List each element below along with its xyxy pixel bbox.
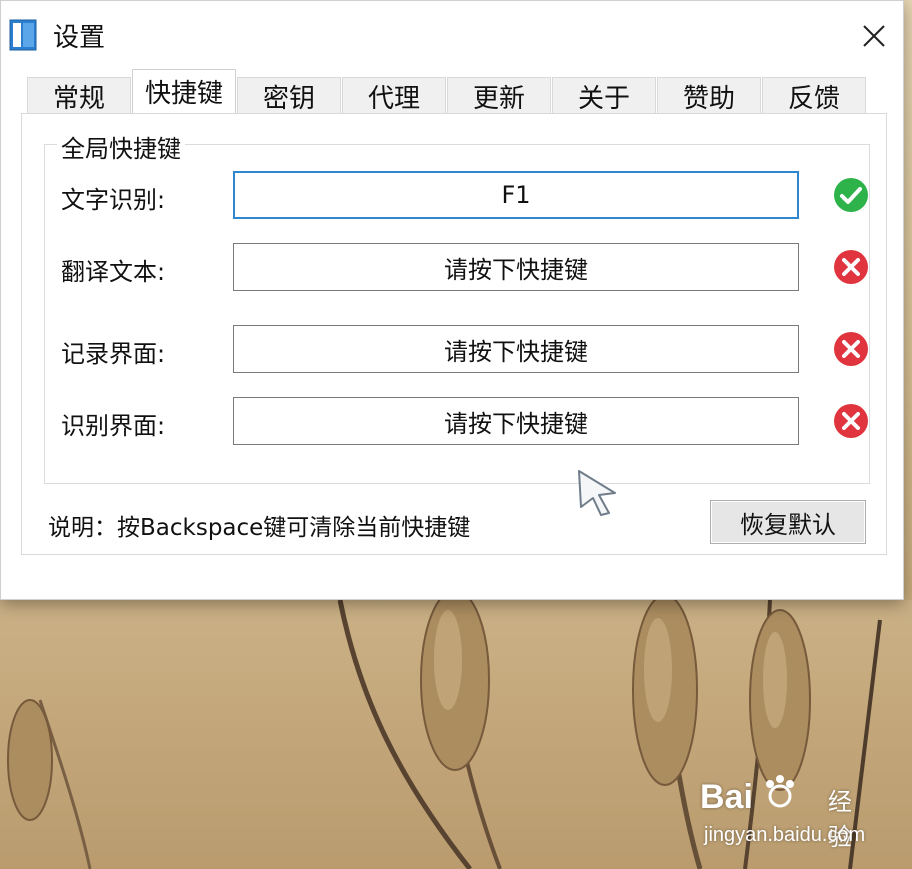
- hotkey-row-ocr: 文字识别: F1: [61, 171, 868, 221]
- hotkey-row-record: 记录界面: 请按下快捷键: [61, 325, 868, 375]
- watermark-url: jingyan.baidu.com: [704, 824, 866, 846]
- tab-keys[interactable]: 密钥: [237, 77, 341, 115]
- hotkey-input-translate[interactable]: 请按下快捷键: [233, 243, 799, 291]
- help-note: 说明：按Backspace键可清除当前快捷键: [48, 515, 471, 541]
- baidu-jingyan-watermark: Bai 经验 jingyan.baidu.com: [700, 768, 870, 858]
- tab-bar: 常规 快捷键 密钥 代理 更新 关于 赞助 反馈: [27, 69, 867, 115]
- hotkey-input-ocr[interactable]: F1: [233, 171, 799, 219]
- tab-sponsor[interactable]: 赞助: [657, 77, 761, 115]
- hotkeys-panel: 全局快捷键 文字识别: F1 翻译文本: 请按下快捷键 记录界面: 请按下快捷键…: [21, 113, 887, 555]
- tab-feedback[interactable]: 反馈: [762, 77, 866, 115]
- reset-default-button[interactable]: 恢复默认: [710, 500, 866, 544]
- watermark-brand: Bai: [700, 778, 753, 816]
- hotkey-label: 翻译文本:: [61, 258, 166, 286]
- tab-hotkeys[interactable]: 快捷键: [132, 69, 236, 113]
- settings-dialog: 设置 常规 快捷键 密钥 代理 更新 关于 赞助 反馈 全局快捷键 文字识别: …: [0, 0, 904, 600]
- hotkey-label: 识别界面:: [61, 412, 166, 440]
- notebook-app-icon: [9, 19, 37, 51]
- hotkey-row-recognize: 识别界面: 请按下快捷键: [61, 397, 868, 447]
- hotkey-input-record[interactable]: 请按下快捷键: [233, 325, 799, 373]
- mouse-cursor-icon: [578, 470, 616, 516]
- x-circle-icon: [834, 404, 868, 438]
- tab-about[interactable]: 关于: [552, 77, 656, 115]
- tab-update[interactable]: 更新: [447, 77, 551, 115]
- hotkey-label: 文字识别:: [61, 186, 166, 214]
- close-button[interactable]: [851, 13, 897, 59]
- baidu-paw-icon: [766, 775, 794, 808]
- x-circle-icon: [834, 250, 868, 284]
- hotkey-row-translate: 翻译文本: 请按下快捷键: [61, 243, 868, 293]
- tab-proxy[interactable]: 代理: [342, 77, 446, 115]
- close-icon: [863, 25, 885, 47]
- title-bar[interactable]: 设置: [1, 1, 903, 61]
- window-title: 设置: [53, 23, 106, 53]
- hotkey-input-recognize[interactable]: 请按下快捷键: [233, 397, 799, 445]
- global-hotkeys-group: 全局快捷键 文字识别: F1 翻译文本: 请按下快捷键 记录界面: 请按下快捷键…: [44, 129, 870, 484]
- group-title: 全局快捷键: [57, 129, 185, 164]
- hotkey-label: 记录界面:: [61, 340, 166, 368]
- tab-general[interactable]: 常规: [27, 77, 131, 115]
- check-circle-icon: [834, 178, 868, 212]
- x-circle-icon: [834, 332, 868, 366]
